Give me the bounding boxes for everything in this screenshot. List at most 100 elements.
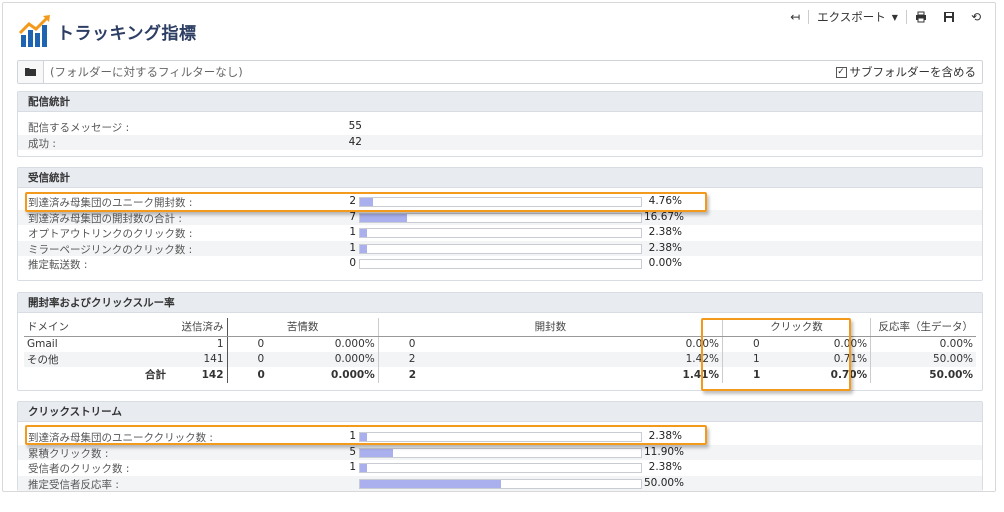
cell-clicks-count: 0 [721,336,795,352]
progress-fill [360,244,367,253]
stat-percent: 50.00% [644,476,685,489]
col-opens[interactable]: 開封数 [377,318,723,337]
cell-opens-rate: 1.42% [546,351,723,367]
stat-label: 配信するメッセージ : [28,122,130,134]
stat-value: 1 [349,241,356,254]
cell-complaints-rate: 0.000% [294,351,379,367]
stat-percent: 2.38% [648,241,682,254]
save-icon[interactable] [935,8,963,26]
reception-stats-section: 受信統計 到達済み母集団のユニーク開封数 : 2 4.76% 到達済み母集団の開封数の… [17,167,983,281]
reception-stats-rows: 到達済み母集団のユニーク開封数 : 2 4.76% 到達済み母集団の開封数の合計 : 7… [18,188,982,272]
stat-row: 成功 : 42 [18,134,982,150]
chevron-down-icon: ▼ [891,12,898,22]
progress-fill [360,433,367,441]
section-title: 開封率およびクリックスルー率 [18,293,982,313]
clickstream-rows: 到達済み母集団のユニーククリック数 : 1 2.38% 累積クリック数 : 5 11.90… [18,422,982,491]
cell-opens-rate: 0.00% [685,338,719,350]
stat-label: 到達済み母集団のユニーク開封数 : [28,197,193,209]
cell-clicks-rate: 0.71% [794,351,871,367]
stat-value: 1 [349,430,356,442]
checkbox-checked-icon: ✓ [835,66,847,78]
stat-percent: 2.38% [648,430,682,442]
page-title: トラッキング指標 [57,23,197,44]
cell-complaints-rate: 0.000% [334,338,375,350]
progress-fill [360,479,501,488]
cell-complaints-count: 0 [226,367,295,383]
cell-sent: 1 [216,338,224,350]
back-arrow-icon[interactable]: ↤ [782,8,808,26]
stat-value: 5 [349,445,356,458]
stat-percent: 11.90% [644,445,685,458]
col-domain[interactable]: ドメイン [24,318,169,337]
include-subfolders-checkbox[interactable]: ✓ サブフォルダーを含める [835,64,983,80]
clickstream-section: クリックストリーム 到達済み母集団のユニーククリック数 :1 2.38% 累積クリッ… [17,401,983,491]
stat-label: 推定受信者反応率 : [28,478,119,491]
folder-icon[interactable] [18,61,44,83]
delivery-stats-rows: 配信するメッセージ : 55 成功 : 42 [18,112,982,150]
stat-label: 成功 : [28,137,56,150]
stat-row: ミラーページリンクのクリック数 : 1 2.38% [18,240,982,256]
col-reactivity[interactable]: 反応率（生データ） [870,318,976,337]
report-frame: トラッキング指標 ↤ エクスポート ▼ ⟲ (フォルダーに対するフィルターなし)… [2,2,996,492]
include-subfolders-label: サブフォルダーを含める [849,65,977,79]
chart-logo-icon [18,15,50,47]
cell-opens-count: 2 [377,367,546,383]
col-sent[interactable]: 送信済み [169,318,227,337]
stat-percent: 2.38% [648,461,682,473]
progress-bar [359,259,642,269]
stat-label: 累積クリック数 : [28,447,109,460]
cell-opens-count: 0 [377,336,546,352]
refresh-icon[interactable]: ⟲ [963,8,989,26]
progress-bar [359,447,642,458]
cell-clicks-rate: 0.00% [833,338,868,350]
cell-reactivity: 50.00% [870,351,976,367]
stat-value: 7 [349,210,356,223]
stat-value: 1 [349,226,356,238]
stat-value: 1 [349,461,356,473]
progress-bar [359,228,642,238]
open-click-rate-table: ドメイン 送信済み 苦情数 開封数 クリック数 反応率（生データ） Gmail 1… [24,318,976,383]
cell-complaints-count: 0 [226,351,295,367]
stat-label: 受信者のクリック数 : [28,463,130,475]
export-label: エクスポート [817,10,886,24]
section-title: 受信統計 [18,168,982,188]
progress-fill [360,229,367,237]
stat-value: 42 [348,135,362,148]
cell-opens-count: 2 [377,351,546,367]
stat-value: 0 [349,257,356,269]
cell-sent: 141 [169,351,227,367]
stat-label: 到達済み母集団の開封数の合計 : [28,212,182,225]
progress-bar [359,463,642,473]
table-total-row: 合計 142 0 0.000% 2 1.41% 1 0.70% 50.00% [24,367,976,383]
progress-fill [360,464,367,472]
cell-domain: 合計 [145,369,166,382]
stat-value: 2 [349,195,356,207]
delivery-stats-section: 配信統計 配信するメッセージ : 55 成功 : 42 [17,91,983,157]
cell-reactivity: 50.00% [870,367,976,383]
progress-bar [359,478,642,489]
col-complaints[interactable]: 苦情数 [226,318,379,337]
cell-complaints-count: 0 [226,336,295,352]
progress-bar [359,212,642,223]
stat-value: 55 [348,120,362,132]
print-icon[interactable] [907,8,935,26]
export-button[interactable]: エクスポート ▼ [809,9,906,25]
stat-row: 累積クリック数 : 5 11.90% [18,444,982,460]
cell-clicks-count: 1 [721,351,795,367]
stat-row: 到達済み母集団の開封数の合計 : 7 16.67% [18,209,982,225]
open-click-rate-rows: Gmail 1 0 0.000% 0 0.00% 0 0.00% 0.00% その他 141 0 0.0… [24,336,976,383]
toolbar: ↤ エクスポート ▼ ⟲ [782,7,989,27]
progress-bar [359,432,642,442]
stat-percent: 0.00% [648,257,682,269]
progress-bar [359,197,642,207]
stat-row: 推定受信者反応率 : 50.00% [18,475,982,491]
filter-text[interactable]: (フォルダーに対するフィルターなし) [44,64,836,80]
stat-label: ミラーページリンクのクリック数 : [28,243,193,256]
table-row: Gmail 1 0 0.000% 0 0.00% 0 0.00% 0.00% [24,336,976,352]
cell-reactivity: 0.00% [870,336,976,352]
col-clicks[interactable]: クリック数 [721,318,871,337]
cell-domain: Gmail [27,338,58,350]
stat-percent: 4.76% [648,195,682,207]
cell-domain: その他 [24,351,169,367]
progress-fill [360,213,407,222]
